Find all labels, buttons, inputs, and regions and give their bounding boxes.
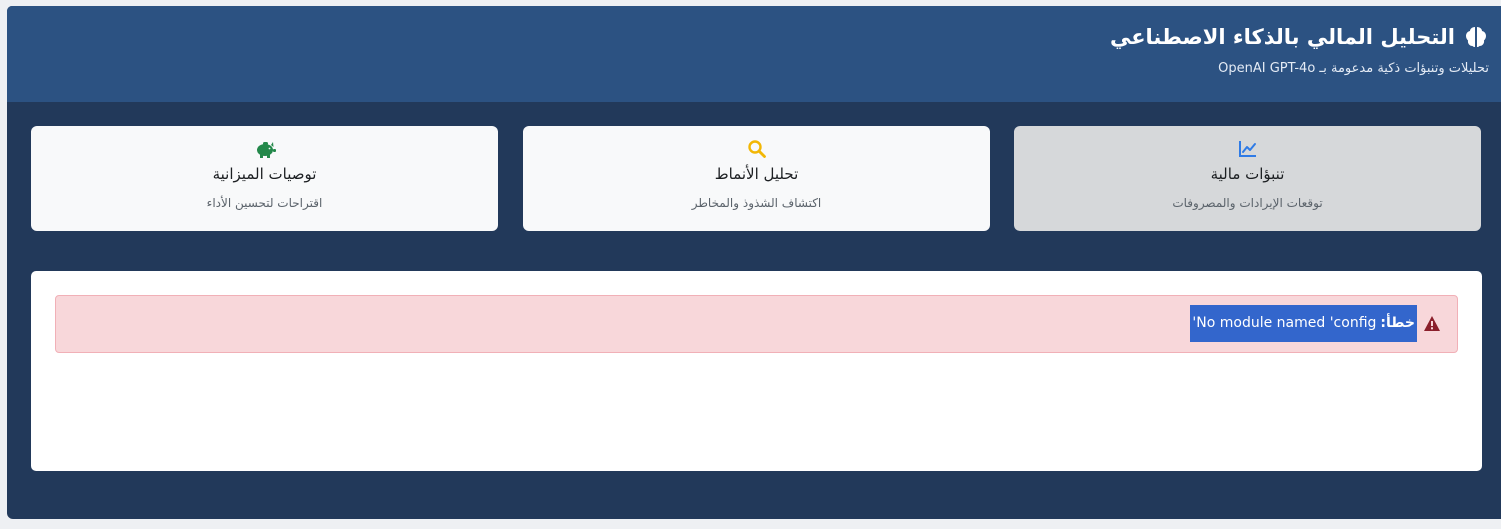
chart-line-icon — [1014, 139, 1481, 159]
card-title: تنبؤات مالية — [1210, 165, 1285, 183]
error-alert: خطأ:No module named 'config' — [55, 295, 1458, 353]
header-title-row: التحليل المالي بالذكاء الاصطناعي — [1110, 24, 1489, 50]
error-message: خطأ:No module named 'config' — [1190, 305, 1417, 342]
card-pattern-analysis[interactable]: تحليل الأنماط اكتشاف الشذوذ والمخاطر — [523, 126, 990, 231]
card-financial-forecasts[interactable]: تنبؤات مالية توقعات الإيرادات والمصروفات — [1014, 126, 1481, 231]
results-panel: خطأ:No module named 'config' — [31, 271, 1482, 471]
card-description: اقتراحات لتحسين الأداء — [206, 196, 323, 210]
app-frame: التحليل المالي بالذكاء الاصطناعي تحليلات… — [7, 6, 1501, 519]
page-header: التحليل المالي بالذكاء الاصطناعي تحليلات… — [7, 6, 1501, 102]
error-label: خطأ: — [1380, 315, 1415, 331]
card-description: اكتشاف الشذوذ والمخاطر — [691, 196, 822, 210]
warning-triangle-icon — [1423, 315, 1441, 332]
brain-icon — [1463, 24, 1489, 50]
piggy-bank-icon — [31, 139, 498, 159]
page-subtitle: تحليلات وتنبؤات ذكية مدعومة بـ OpenAI GP… — [1218, 61, 1489, 76]
search-icon — [523, 139, 990, 159]
card-budget-recommendations[interactable]: توصيات الميزانية اقتراحات لتحسين الأداء — [31, 126, 498, 231]
card-title: توصيات الميزانية — [212, 165, 317, 183]
card-title: تحليل الأنماط — [714, 165, 799, 183]
error-detail: No module named 'config' — [1192, 315, 1377, 331]
page-title: التحليل المالي بالذكاء الاصطناعي — [1109, 25, 1455, 49]
card-description: توقعات الإيرادات والمصروفات — [1172, 196, 1323, 210]
